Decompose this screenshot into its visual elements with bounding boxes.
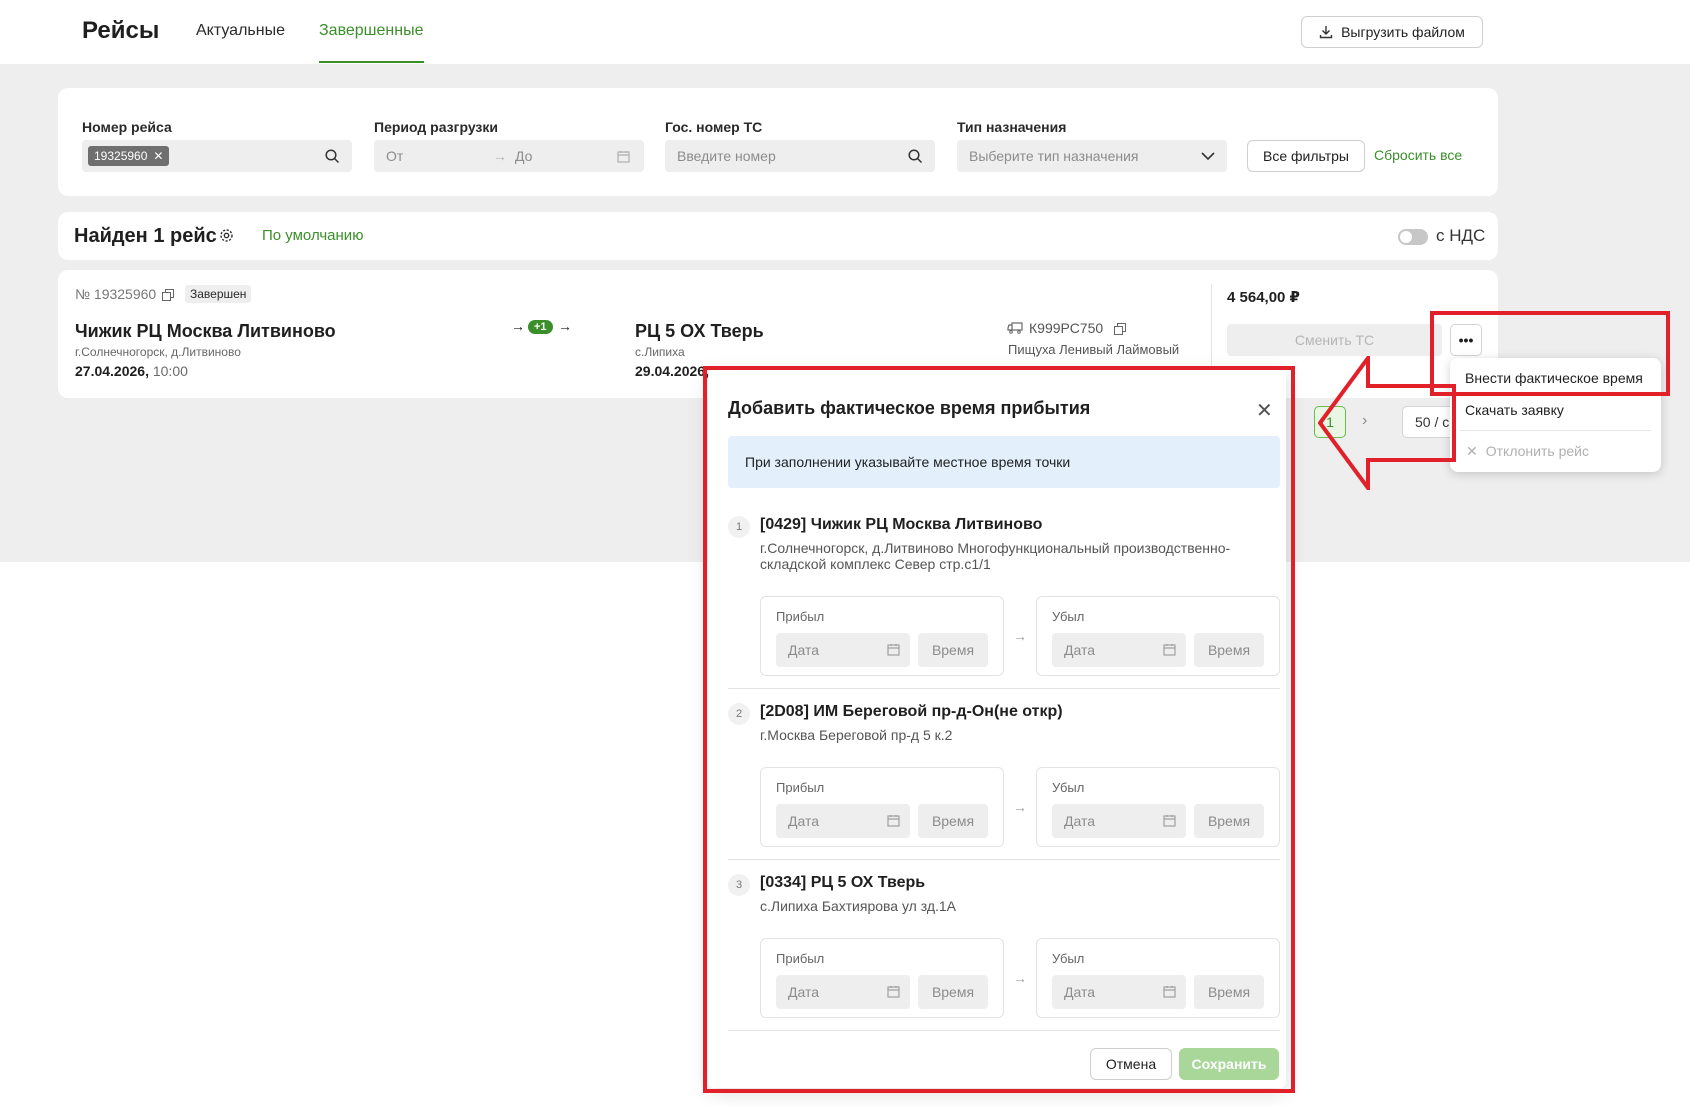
destination-date: 29.04.2026, [635, 363, 709, 379]
gear-icon[interactable] [219, 228, 234, 243]
trip-number-chip[interactable]: 19325960 ✕ [88, 146, 170, 166]
top-bar: Рейсы Актуальные Завершенные Выгрузить ф… [0, 0, 1690, 64]
destination-name: РЦ 5 ОХ Тверь [635, 321, 764, 341]
screen: { "header": { "title": "Рейсы", "tabs": … [0, 0, 1690, 1106]
trip-number-label: Номер рейса [82, 119, 172, 135]
origin-name: Чижик РЦ Москва Литвиново [75, 321, 336, 341]
change-vehicle-button[interactable]: Сменить ТС [1227, 324, 1442, 356]
period-to-input[interactable]: До [515, 148, 532, 164]
driver-name: Пищуха Ленивый Лаймовый [1008, 342, 1180, 357]
origin-date: 27.04.2026, [75, 363, 149, 379]
search-icon [908, 148, 923, 163]
menu-item-download-request[interactable]: Скачать заявку [1465, 402, 1564, 418]
page-title: Рейсы [82, 17, 160, 44]
vat-toggle-knob [1400, 231, 1412, 243]
export-file-label: Выгрузить файлом [1341, 24, 1465, 40]
filter-panel: Номер рейса 19325960 ✕ Период разгрузки … [58, 88, 1498, 196]
search-icon [325, 148, 340, 163]
sort-default-link[interactable]: По умолчанию [262, 227, 363, 244]
extra-stops-badge: +1 [528, 320, 553, 334]
annotation-highlight-menu [1430, 311, 1670, 396]
vat-toggle[interactable] [1398, 229, 1428, 245]
vehicle-number-label: Гос. номер ТС [665, 119, 763, 135]
origin-address: г.Солнечногорск, д.Литвиново [75, 345, 241, 359]
results-header: Найден 1 рейс По умолчанию с НДС [58, 212, 1498, 260]
unload-period-range[interactable]: От → До [374, 140, 644, 172]
reject-trip-label: Отклонить рейс [1485, 443, 1589, 459]
export-file-button[interactable]: Выгрузить файлом [1301, 16, 1483, 48]
purpose-type-label: Тип назначения [957, 119, 1067, 135]
active-tab-indicator [319, 61, 424, 63]
destination-address: с.Липиха [635, 345, 685, 359]
trip-number-chip-label: 19325960 [94, 149, 148, 163]
calendar-icon [617, 150, 630, 163]
annotation-highlight-modal [703, 366, 1295, 1093]
close-icon: ✕ [1466, 443, 1478, 459]
origin-time: 10:00 [152, 363, 188, 379]
purpose-type-placeholder: Выберите тип назначения [969, 148, 1139, 164]
range-arrow-icon: → [493, 148, 507, 164]
trip-number-input[interactable]: 19325960 ✕ [82, 140, 352, 172]
results-count-title: Найден 1 рейс [74, 225, 217, 247]
trip-price: 4 564,00 ₽ [1227, 289, 1300, 306]
menu-divider [1460, 430, 1651, 431]
origin-datetime: 27.04.2026, 10:00 [75, 363, 188, 379]
menu-item-reject-trip[interactable]: ✕ Отклонить рейс [1466, 443, 1589, 460]
route-arrow-icon: → [511, 318, 525, 334]
unload-period-label: Период разгрузки [374, 119, 498, 135]
vehicle-number-input[interactable]: Введите номер [665, 140, 935, 172]
chip-close-icon[interactable]: ✕ [153, 149, 163, 163]
chevron-down-icon [1201, 151, 1215, 160]
annotation-arrow-icon [1318, 356, 1456, 490]
download-icon [1319, 26, 1333, 39]
trip-number: № 19325960 [75, 286, 157, 302]
period-from-input[interactable]: От [386, 148, 403, 164]
purpose-type-select[interactable]: Выберите тип назначения [957, 140, 1227, 172]
copy-icon[interactable] [162, 289, 174, 301]
vehicle-number-placeholder: Введите номер [677, 148, 776, 164]
all-filters-button[interactable]: Все фильтры [1247, 140, 1365, 172]
vat-label: с НДС [1436, 226, 1486, 245]
copy-icon[interactable] [1114, 323, 1126, 335]
reset-all-link[interactable]: Сбросить все [1374, 147, 1462, 163]
vehicle-plate: К999РС750 [1029, 320, 1104, 336]
truck-icon [1007, 322, 1023, 334]
status-badge: Завершен [185, 285, 252, 303]
route-arrow-icon: → [558, 318, 572, 334]
tab-completed[interactable]: Завершенные [319, 22, 423, 40]
tab-actual[interactable]: Актуальные [196, 22, 285, 40]
